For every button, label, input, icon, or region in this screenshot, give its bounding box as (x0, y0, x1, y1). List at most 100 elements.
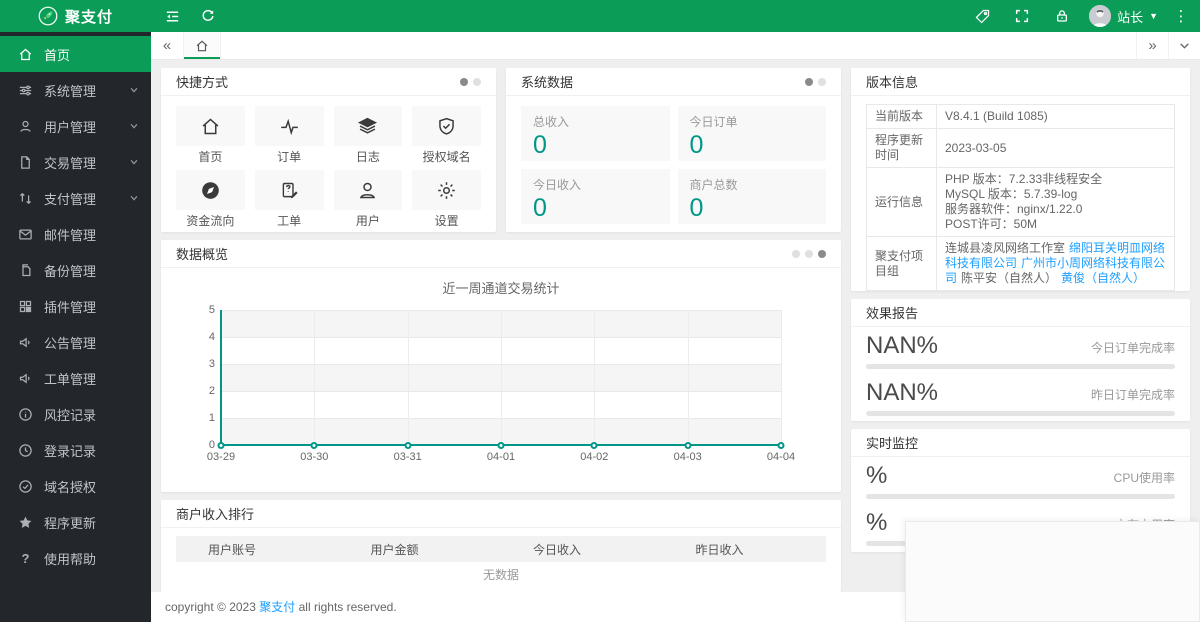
sidebar-item-users[interactable]: 用户管理 (0, 108, 151, 144)
quick-item-workorder[interactable]: 工单 (254, 170, 324, 228)
data-point (777, 441, 785, 449)
copy-file-icon (22, 263, 31, 276)
quick-item-settings[interactable]: 设置 (412, 170, 481, 228)
user-name: 站长 (1117, 9, 1144, 25)
tabs-scroll-right-icon[interactable]: » (1136, 32, 1168, 59)
sidebar-item-label: 登录记录 (44, 443, 97, 459)
ranking-table: 用户账号 用户金额 今日收入 昨日收入 无数据 (176, 536, 826, 588)
sidebar-item-program-update[interactable]: 程序更新 (0, 504, 151, 540)
lock-icon[interactable] (1049, 3, 1075, 29)
table-row: 程序更新时间 2023-03-05 (866, 128, 1175, 168)
clock-icon (19, 443, 32, 457)
x-tick: 03-31 (393, 451, 422, 463)
data-point (310, 441, 318, 449)
quick-item-label: 授权域名 (422, 150, 471, 164)
tabs-scroll-left-icon[interactable]: « (151, 32, 183, 59)
stat-total-merchants: 商户总数 0 (677, 169, 826, 224)
card-title: 效果报告 (866, 306, 919, 321)
refresh-icon[interactable] (195, 3, 221, 29)
metric-label: CPU使用率 (1113, 471, 1175, 485)
metric-value: NAN% (866, 332, 939, 359)
table-row: 当前版本 V8.4.1 (Build 1085) (866, 104, 1175, 129)
sidebar-item-system[interactable]: 系统管理 (0, 72, 151, 108)
components-icon (19, 300, 32, 312)
transfer-icon (20, 192, 31, 204)
row-label: 聚支付项目组 (866, 236, 937, 291)
sidebar-item-backup[interactable]: 备份管理 (0, 252, 151, 288)
sidebar-item-workorders[interactable]: 工单管理 (0, 360, 151, 396)
speaker-icon (19, 337, 30, 347)
quick-item-home[interactable]: 首页 (176, 106, 245, 164)
stat-label: 今日订单 (689, 115, 738, 129)
star-icon (19, 516, 32, 528)
stat-value: 0 (689, 194, 704, 222)
progress-bar (866, 494, 1175, 499)
quick-shortcuts-card: 快捷方式 首页 订单 日志 授权域名 资金流向 工单 用户 设置 (161, 68, 496, 232)
carousel-dots[interactable] (460, 77, 481, 86)
progress-bar (866, 411, 1175, 416)
sidebar-item-domain-auth[interactable]: 域名授权 (0, 468, 151, 504)
y-tick: 1 (208, 412, 215, 424)
copyright-text: all rights reserved. (298, 600, 397, 614)
stat-today-income: 今日收入 0 (521, 169, 670, 224)
topbar: 聚支付 站长 ▼ ⋮ (0, 0, 1200, 32)
version-info-card: 版本信息 当前版本 V8.4.1 (Build 1085) 程序更新时间 202… (851, 68, 1190, 291)
copyright-text: copyright © 2023 (165, 600, 256, 614)
sidebar-item-login-log[interactable]: 登录记录 (0, 432, 151, 468)
compass-icon (202, 181, 219, 199)
quick-item-fund-flow[interactable]: 资金流向 (176, 170, 245, 228)
overlay-panel (905, 521, 1200, 622)
column-header: 今日收入 (533, 542, 582, 557)
pulse-icon (280, 118, 298, 135)
quick-item-label: 设置 (434, 214, 459, 228)
quick-item-orders[interactable]: 订单 (254, 106, 324, 164)
user-menu[interactable]: 站长 ▼ (1089, 5, 1158, 27)
brand[interactable]: 聚支付 (0, 6, 151, 27)
fullscreen-icon[interactable] (1009, 3, 1035, 29)
sidebar-item-home[interactable]: 首页 (0, 36, 151, 72)
x-tick: 04-04 (766, 451, 796, 463)
team-member: 陈平安（自然人） (961, 271, 1058, 285)
quick-item-label: 工单 (277, 214, 302, 228)
metric-today-completion: NAN% 今日订单完成率 (866, 333, 1175, 369)
team-member-link[interactable]: 黄俊（自然人） (1061, 271, 1145, 285)
user-icon (360, 182, 376, 198)
tabs-dropdown-icon[interactable] (1168, 32, 1200, 59)
quick-item-users[interactable]: 用户 (333, 170, 403, 228)
sidebar-item-help[interactable]: ? 使用帮助 (0, 540, 151, 576)
check-circle-icon (19, 479, 32, 493)
more-menu-icon[interactable]: ⋮ (1172, 7, 1190, 25)
quick-item-auth-domain[interactable]: 授权域名 (412, 106, 481, 164)
footer-brand-link[interactable]: 聚支付 (259, 600, 295, 614)
y-axis (220, 310, 222, 445)
data-point (404, 441, 412, 449)
sidebar-item-risk-log[interactable]: 风控记录 (0, 396, 151, 432)
chevron-down-icon (130, 159, 138, 165)
table-row: 运行信息 PHP 版本：7.2.33非线程安全 MySQL 版本：5.7.39-… (866, 167, 1175, 237)
sidebar-item-payments[interactable]: 支付管理 (0, 180, 151, 216)
row-label: 当前版本 (866, 104, 937, 129)
collapse-menu-icon[interactable] (159, 3, 185, 29)
carousel-dots[interactable] (805, 77, 826, 86)
y-tick: 3 (208, 358, 215, 370)
sidebar-item-label: 公告管理 (44, 335, 97, 351)
card-title: 商户收入排行 (176, 507, 255, 522)
sidebar-item-label: 风控记录 (44, 407, 97, 423)
card-title: 版本信息 (866, 75, 919, 90)
sidebar-item-plugins[interactable]: 插件管理 (0, 288, 151, 324)
sidebar-item-label: 交易管理 (44, 155, 97, 171)
sidebar-item-mail[interactable]: 邮件管理 (0, 216, 151, 252)
tag-icon[interactable] (969, 3, 995, 29)
carousel-dots[interactable] (792, 249, 826, 258)
sliders-icon (19, 85, 32, 95)
chevron-down-icon (130, 195, 138, 201)
chevron-down-icon (130, 123, 138, 129)
y-tick: 0 (208, 439, 215, 451)
x-tick: 04-02 (580, 451, 609, 463)
sidebar-item-announcements[interactable]: 公告管理 (0, 324, 151, 360)
tab-home[interactable] (183, 32, 221, 59)
line-chart: 5 4 3 2 1 0 03-29 03-30 03-31 04-01 04-0… (207, 304, 795, 463)
sidebar-item-transactions[interactable]: 交易管理 (0, 144, 151, 180)
table-row: 聚支付项目组 连城县凌风网络工作室 绵阳耳关明皿网络科技有限公司 广州市小周网络科技… (866, 236, 1175, 291)
quick-item-logs[interactable]: 日志 (333, 106, 403, 164)
